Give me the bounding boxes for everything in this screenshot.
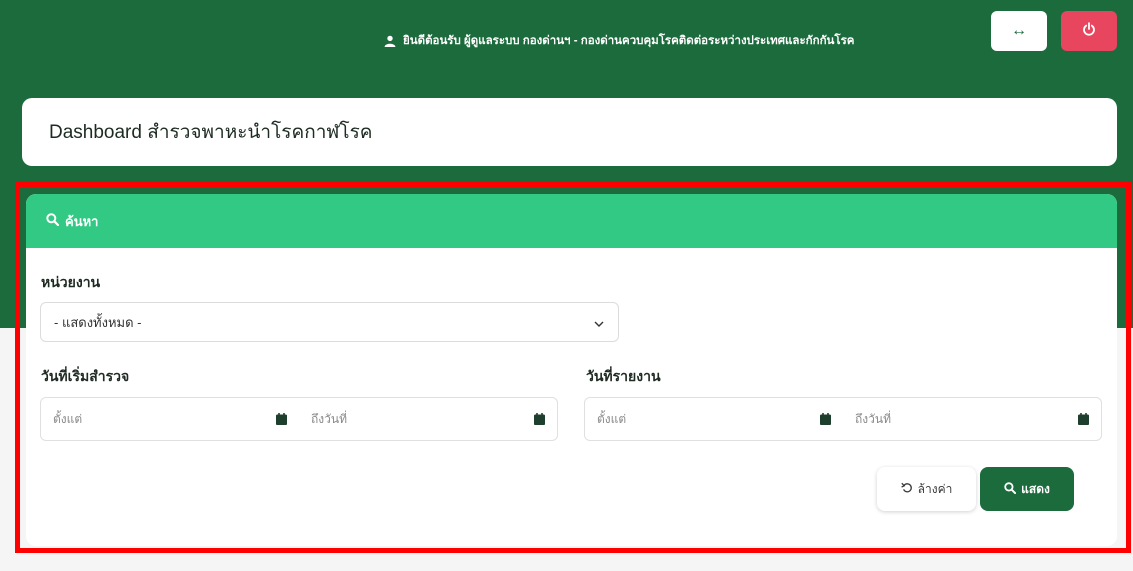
unit-select[interactable]: - แสดงทั้งหมด - — [40, 302, 619, 342]
logout-button[interactable] — [1061, 11, 1117, 51]
welcome-message: ยินดีต้อนรับ ผู้ดูแลระบบ กองด่านฯ - กองด… — [384, 30, 854, 52]
survey-date-to-input[interactable]: ถึงวันที่ — [299, 398, 557, 440]
survey-date-to-placeholder: ถึงวันที่ — [311, 411, 347, 426]
report-date-label: วันที่รายงาน — [586, 368, 661, 384]
chevron-down-icon — [594, 315, 604, 330]
survey-date-from-placeholder: ตั้งแต่ — [53, 411, 83, 426]
survey-date-from-input[interactable]: ตั้งแต่ — [41, 398, 299, 440]
unit-select-value: - แสดงทั้งหมด - — [54, 314, 142, 330]
search-panel-header: ค้นหา — [26, 194, 1117, 248]
search-panel: ค้นหา หน่วยงาน - แสดงทั้งหมด - วันที่เริ… — [26, 194, 1117, 546]
page-title: Dashboard สำรวจพาหะนำโรคกาฬโรค — [49, 122, 373, 143]
reset-button[interactable]: ล้างค่า — [877, 467, 976, 511]
report-date-range: ตั้งแต่ ถึงวันที่ — [584, 397, 1102, 441]
calendar-icon[interactable] — [276, 413, 287, 425]
unit-label: หน่วยงาน — [41, 274, 101, 290]
show-button[interactable]: แสดง — [980, 467, 1074, 511]
survey-date-range: ตั้งแต่ ถึงวันที่ — [40, 397, 558, 441]
survey-date-label: วันที่เริ่มสำรวจ — [41, 368, 130, 384]
power-icon — [1082, 21, 1096, 41]
report-date-to-placeholder: ถึงวันที่ — [855, 411, 891, 426]
search-icon — [1004, 481, 1017, 497]
sidebar-toggle-button[interactable]: ↔ — [991, 11, 1047, 51]
report-date-from-input[interactable]: ตั้งแต่ — [585, 398, 843, 440]
calendar-icon[interactable] — [1078, 413, 1089, 425]
arrows-horizontal-icon: ↔ — [1011, 22, 1027, 39]
page-title-card: Dashboard สำรวจพาหะนำโรคกาฬโรค — [22, 98, 1117, 166]
report-date-from-placeholder: ตั้งแต่ — [597, 411, 627, 426]
calendar-icon[interactable] — [820, 413, 831, 425]
undo-icon — [900, 482, 913, 496]
search-icon — [46, 213, 60, 229]
user-icon — [384, 35, 396, 47]
welcome-text: ยินดีต้อนรับ ผู้ดูแลระบบ กองด่านฯ - กองด… — [403, 35, 855, 47]
calendar-icon[interactable] — [534, 413, 545, 425]
report-date-to-input[interactable]: ถึงวันที่ — [843, 398, 1101, 440]
search-panel-title: ค้นหา — [65, 213, 99, 229]
show-button-label: แสดง — [1021, 481, 1050, 496]
reset-button-label: ล้างค่า — [917, 481, 953, 496]
